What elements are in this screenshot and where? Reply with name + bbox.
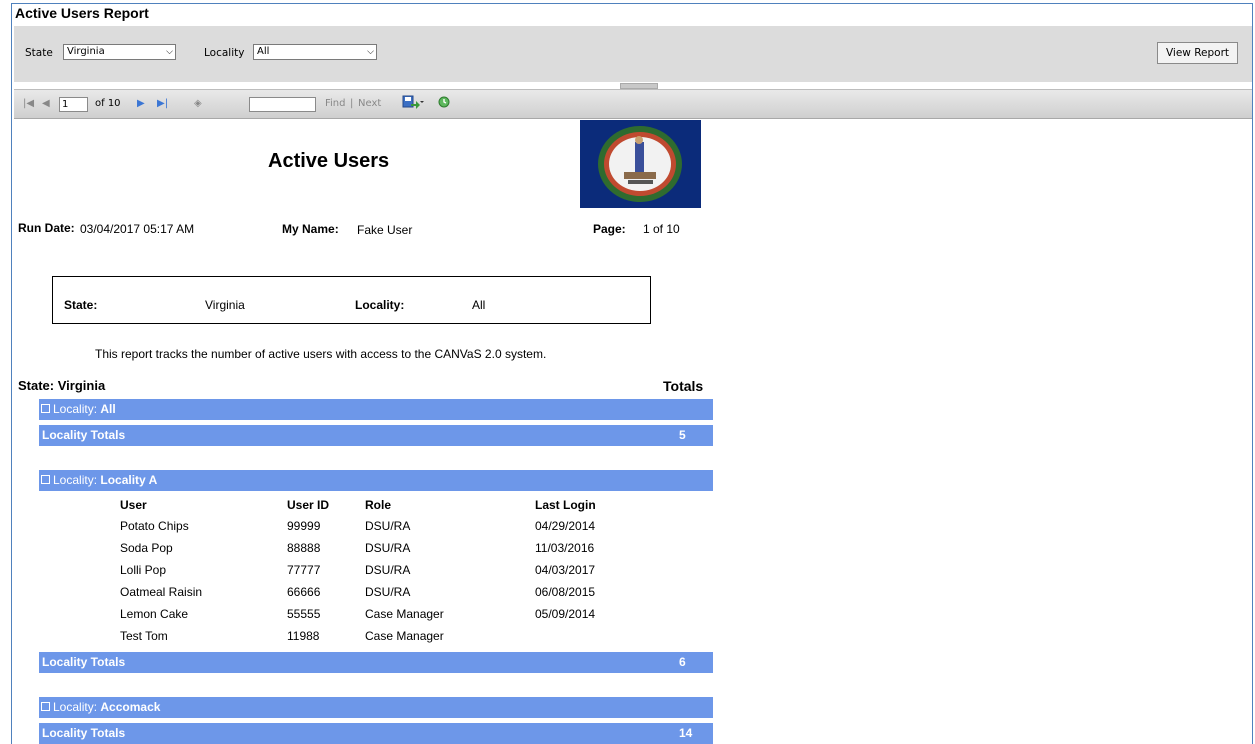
my-name-label: My Name: [282, 222, 339, 236]
back-icon[interactable]: ◈ [194, 98, 202, 109]
my-name-value: Fake User [357, 223, 413, 237]
box-locality-value: All [472, 298, 486, 312]
role-cell: Case Manager [365, 629, 444, 643]
role-cell: DSU/RA [365, 519, 411, 533]
user-id-cell: 88888 [287, 541, 321, 555]
locality-param-label: Locality [204, 47, 245, 59]
locality-total-value: 14 [679, 726, 693, 740]
user-name-cell: Potato Chips [120, 519, 189, 533]
state-group-header: State: Virginia [18, 378, 106, 393]
box-state-label: State: [64, 298, 98, 312]
user-id-cell: 55555 [287, 607, 321, 621]
page-total-label: of 10 [95, 98, 121, 109]
box-locality-label: Locality: [355, 298, 405, 312]
user-id-cell: 11988 [287, 629, 320, 643]
run-date-label: Run Date: [18, 221, 75, 235]
last-login-cell: 05/09/2014 [535, 607, 596, 621]
user-name-cell: Soda Pop [120, 541, 173, 555]
locality-total-value: 5 [679, 428, 686, 442]
collapse-icon[interactable] [41, 475, 50, 485]
previous-page-icon[interactable]: ◀ [42, 98, 50, 109]
column-header-last-login: Last Login [535, 498, 596, 512]
box-state-value: Virginia [205, 298, 245, 312]
state-param-label: State [25, 47, 53, 59]
last-login-cell: 11/03/2016 [535, 541, 595, 555]
window-title: Active Users Report [15, 5, 149, 21]
last-page-icon[interactable]: ▶| [157, 98, 168, 109]
page-value: 1 of 10 [643, 222, 680, 236]
locality-totals-row: Locality Totals 5 [39, 425, 713, 446]
find-separator: | [350, 98, 354, 109]
locality-totals-row: Locality Totals 14 [39, 723, 713, 744]
locality-select[interactable]: All ⌵ [253, 44, 377, 60]
locality-group-header[interactable]: Locality: Accomack [39, 697, 713, 718]
page-number-input[interactable]: 1 [59, 97, 88, 112]
user-id-cell: 99999 [287, 519, 321, 533]
page-label: Page: [593, 222, 626, 236]
parameter-summary-box: State: Virginia Locality: All [52, 276, 651, 324]
locality-name: All [100, 402, 116, 416]
next-link[interactable]: Next [358, 98, 381, 109]
first-page-icon[interactable]: |◀ [23, 98, 34, 109]
export-icon[interactable] [402, 95, 424, 112]
find-link[interactable]: Find [325, 98, 346, 109]
column-header-user-id: User ID [287, 498, 330, 512]
state-select[interactable]: Virginia ⌵ [63, 44, 176, 60]
locality-group-header[interactable]: Locality: Locality A [39, 470, 713, 491]
chevron-down-icon: ⌵ [166, 47, 173, 57]
locality-name: Accomack [100, 700, 161, 714]
state-select-value: Virginia [67, 46, 105, 57]
locality-totals-row: Locality Totals 6 [39, 652, 713, 673]
locality-total-value: 6 [679, 655, 686, 669]
locality-totals-label: Locality Totals [42, 726, 126, 740]
user-name-cell: Test Tom [120, 629, 168, 643]
report-title: Active Users [268, 150, 390, 172]
last-login-cell: 04/03/2017 [535, 563, 596, 577]
user-id-cell: 77777 [287, 563, 321, 577]
totals-column-header: Totals [663, 378, 704, 394]
report-description: This report tracks the number of active … [95, 347, 547, 361]
last-login-cell: 06/08/2015 [535, 585, 596, 599]
role-cell: Case Manager [365, 607, 444, 621]
column-header-user: User [120, 498, 147, 512]
expand-icon[interactable] [41, 702, 50, 712]
user-name-cell: Oatmeal Raisin [120, 585, 203, 599]
user-name-cell: Lolli Pop [120, 563, 167, 577]
locality-totals-label: Locality Totals [42, 428, 126, 442]
user-id-cell: 66666 [287, 585, 321, 599]
locality-name: Locality A [100, 473, 158, 487]
role-cell: DSU/RA [365, 585, 411, 599]
virginia-flag-seal [580, 120, 701, 208]
chevron-down-icon: ⌵ [367, 47, 374, 57]
last-login-cell: 04/29/2014 [535, 519, 596, 533]
locality-totals-label: Locality Totals [42, 655, 126, 669]
locality-prefix: Locality: [53, 700, 98, 714]
parameter-panel: State Virginia ⌵ Locality All ⌵ View Rep… [14, 26, 1252, 82]
locality-prefix: Locality: [53, 402, 98, 416]
run-date-value: 03/04/2017 05:17 AM [80, 222, 195, 236]
locality-group-header[interactable]: Locality: All [39, 399, 713, 420]
find-text-input[interactable] [249, 97, 316, 112]
role-cell: DSU/RA [365, 541, 411, 555]
user-name-cell: Lemon Cake [120, 607, 189, 621]
refresh-icon[interactable] [438, 96, 450, 111]
column-header-role: Role [365, 498, 392, 512]
expand-icon[interactable] [41, 404, 50, 414]
next-page-icon[interactable]: ▶ [137, 98, 145, 109]
locality-prefix: Locality: [53, 473, 98, 487]
report-toolbar: |◀ ◀ 1 of 10 ▶ ▶| ◈ Find | Next [14, 89, 1252, 119]
view-report-button[interactable]: View Report [1157, 42, 1238, 64]
locality-select-value: All [257, 46, 270, 57]
role-cell: DSU/RA [365, 563, 411, 577]
